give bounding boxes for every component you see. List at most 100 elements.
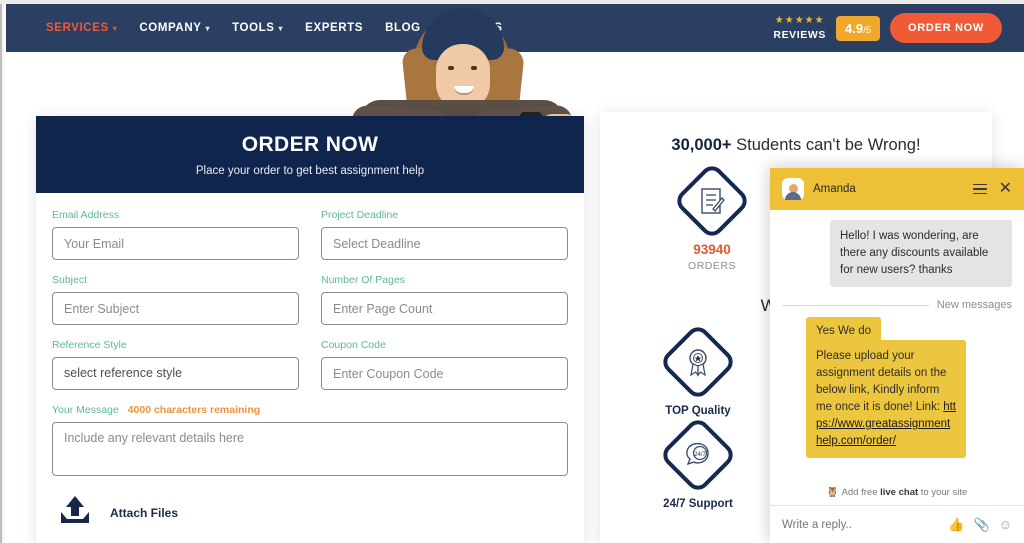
svg-text:24/7: 24/7 <box>694 452 706 458</box>
chat-reply-icons: 👍 📎 ☺ <box>948 517 1012 533</box>
order-form-card: ORDER NOW Place your order to get best a… <box>36 116 584 543</box>
rating-badge: 4.9/5 <box>836 15 881 41</box>
nav-item-samples[interactable]: SAMPLES <box>443 22 503 34</box>
close-icon[interactable]: ✕ <box>999 181 1012 197</box>
emoji-icon[interactable]: ☺ <box>999 517 1012 532</box>
field-pages-label: Number Of Pages <box>321 274 406 286</box>
chat-reply-input[interactable] <box>782 518 939 531</box>
coupon-code-field[interactable] <box>321 357 568 390</box>
stat-orders-caption: ORDERS <box>688 260 736 272</box>
nav-item-services[interactable]: SERVICES ▾ <box>46 22 117 34</box>
browser-viewport: SERVICES ▾ COMPANY ▾ TOOLS ▾ EXPERTS BLO… <box>0 0 1024 543</box>
photo-smile <box>454 86 474 95</box>
chat-message-list: Hello! I was wondering, are there any di… <box>770 210 1024 479</box>
parrot-icon: 🦉 <box>826 487 839 498</box>
email-field[interactable] <box>52 227 299 260</box>
chat-message-agent-long: Please upload your assignment details on… <box>806 340 966 458</box>
nav-links: SERVICES ▾ COMPANY ▾ TOOLS ▾ EXPERTS BLO… <box>46 22 502 34</box>
nav-item-tools-label: TOOLS <box>232 22 275 34</box>
chevron-down-icon: ▾ <box>278 23 284 33</box>
field-message-label-text: Your Message <box>52 404 119 416</box>
field-reference-style-label: Reference Style <box>52 339 127 351</box>
nav-item-blog[interactable]: BLOG <box>385 22 421 34</box>
order-form-body: Email Address Project Deadline Subject N… <box>36 193 584 481</box>
attach-files-row[interactable]: Attach Files <box>36 481 584 530</box>
chat-header-actions: ✕ <box>972 181 1012 197</box>
rating-denominator: /5 <box>863 24 872 36</box>
upload-icon <box>58 495 92 530</box>
rating-value: 4.9 <box>845 20 864 36</box>
chat-agent-name: Amanda <box>813 183 856 195</box>
feature-247-support-caption: 24/7 Support <box>663 498 733 510</box>
reviews-block[interactable]: ★★★★★ REVIEWS <box>773 14 827 41</box>
separator-line <box>782 304 929 306</box>
attach-files-label: Attach Files <box>110 505 179 520</box>
field-coupon: Coupon Code <box>321 339 568 390</box>
order-now-button[interactable]: ORDER NOW <box>890 13 1002 43</box>
reviews-label: REVIEWS <box>773 28 827 41</box>
form-row-1: Email Address Project Deadline <box>52 209 568 260</box>
order-document-icon <box>672 161 752 241</box>
feature-247-support: 24/7 24/7 Support <box>623 415 773 510</box>
nav-item-blog-label: BLOG <box>385 22 421 34</box>
chat-message-incoming: Hello! I was wondering, are there any di… <box>830 220 1012 287</box>
subject-field[interactable] <box>52 292 299 325</box>
chat-promo-suffix: to your site <box>918 487 968 498</box>
field-email: Email Address <box>52 209 299 260</box>
form-row-3: Reference Style select reference style C… <box>52 339 568 390</box>
stats-headline: 30,000+ Students can't be Wrong! <box>600 136 992 155</box>
support-247-icon: 24/7 <box>658 415 738 495</box>
stats-headline-number: 30,000+ <box>671 136 732 154</box>
stats-headline-text: Students can't be Wrong! <box>731 136 921 154</box>
nav-item-samples-label: SAMPLES <box>442 22 503 34</box>
field-pages: Number Of Pages <box>321 274 568 325</box>
deadline-field[interactable] <box>321 227 568 260</box>
characters-remaining-counter: 4000 characters remaining <box>127 404 261 416</box>
nav-item-experts-label: EXPERTS <box>305 22 364 34</box>
quality-ribbon-icon <box>658 322 738 402</box>
nav-item-tools[interactable]: TOOLS ▾ <box>232 22 283 34</box>
attachment-icon[interactable]: 📎 <box>974 517 990 533</box>
field-message: Your Message 4000 characters remaining <box>52 404 568 481</box>
page-count-field[interactable] <box>321 292 568 325</box>
nav-item-services-label: SERVICES <box>46 22 109 34</box>
message-textarea[interactable] <box>52 422 568 476</box>
chevron-down-icon: ▾ <box>205 23 211 33</box>
thumbs-up-icon[interactable]: 👍 <box>948 517 964 533</box>
chevron-down-icon: ▾ <box>112 23 118 33</box>
menu-icon[interactable] <box>972 183 987 195</box>
chat-reply-bar: 👍 📎 ☺ <box>770 505 1024 543</box>
new-messages-separator: New messages <box>782 299 1012 311</box>
field-deadline-label: Project Deadline <box>321 209 399 221</box>
photo-face <box>436 44 490 110</box>
chat-promo-prefix: Add free <box>841 487 881 498</box>
order-form-header: ORDER NOW Place your order to get best a… <box>36 116 584 193</box>
nav-item-company[interactable]: COMPANY ▾ <box>139 22 210 34</box>
nav-item-experts[interactable]: EXPERTS <box>305 22 363 34</box>
chat-header: Amanda ✕ <box>770 168 1024 210</box>
chat-promo-bold: live chat <box>880 487 919 498</box>
photo-eye-right <box>471 66 477 70</box>
field-coupon-label: Coupon Code <box>321 339 386 351</box>
star-rating-icon: ★★★★★ <box>774 14 825 26</box>
page-subtitle: Place your order to get best assignment … <box>195 164 425 177</box>
page-title: ORDER NOW <box>241 132 379 156</box>
field-subject-label: Subject <box>52 274 88 286</box>
field-deadline: Project Deadline <box>321 209 568 260</box>
reference-style-select[interactable]: select reference style <box>52 357 299 390</box>
chat-message-agent-short: Yes We do <box>806 317 881 345</box>
avatar <box>782 178 804 200</box>
photo-eye-left <box>448 66 454 70</box>
form-row-2: Subject Number Of Pages <box>52 274 568 325</box>
nav-item-company-label: COMPANY <box>139 22 202 34</box>
browser-left-edge <box>0 4 6 543</box>
feature-top-quality-caption: TOP Quality <box>665 405 731 417</box>
site-navbar: SERVICES ▾ COMPANY ▾ TOOLS ▾ EXPERTS BLO… <box>6 4 1024 52</box>
chat-message-row-agent-1: Yes We do <box>782 317 1012 345</box>
chat-message-agent-long-text: Please upload your assignment details on… <box>816 350 947 413</box>
field-subject: Subject <box>52 274 299 325</box>
field-message-label: Your Message 4000 characters remaining <box>52 404 568 416</box>
chat-promo-banner[interactable]: 🦉 Add free live chat to your site <box>770 479 1024 505</box>
stat-orders: 93940 ORDERS <box>672 161 752 272</box>
feature-top-quality: TOP Quality <box>623 322 773 417</box>
